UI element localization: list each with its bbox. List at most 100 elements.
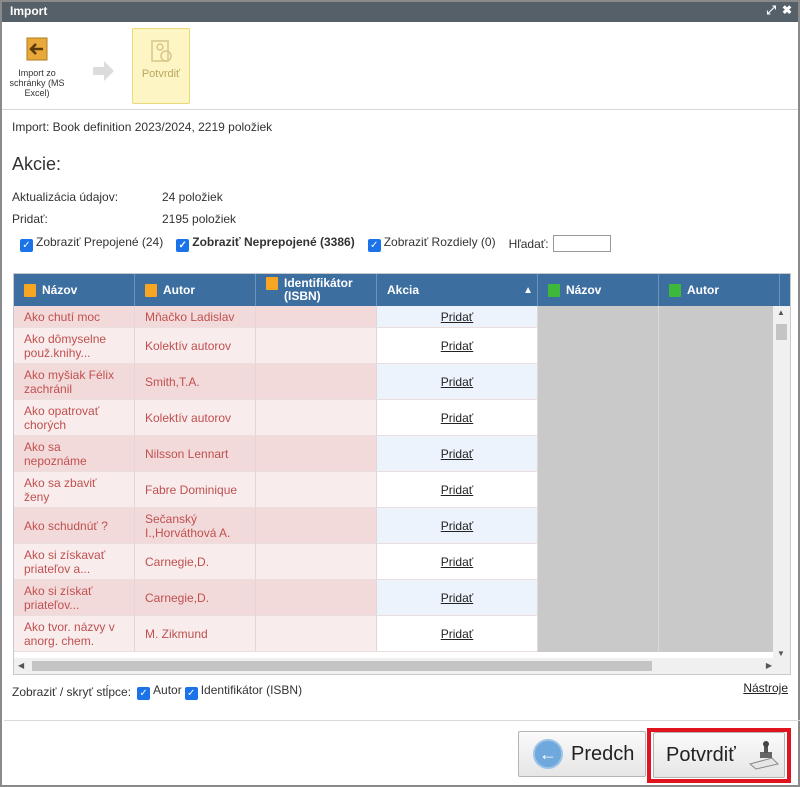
cell-target-title bbox=[538, 306, 659, 328]
add-action-link[interactable]: Pridať bbox=[377, 328, 538, 364]
stamp-icon bbox=[748, 741, 779, 770]
grid-header: Názov Autor Identifikátor (ISBN) Akcia ▲ … bbox=[14, 274, 790, 306]
cell-isbn bbox=[256, 436, 377, 472]
sort-asc-icon: ▲ bbox=[523, 284, 533, 296]
cell-author: Carnegie,D. bbox=[135, 544, 256, 580]
col-header-target-author[interactable]: Autor bbox=[659, 274, 780, 306]
cell-target-author bbox=[659, 472, 774, 508]
cell-target-title bbox=[538, 364, 659, 400]
add-action-link[interactable]: Pridať bbox=[377, 306, 538, 328]
search-input[interactable] bbox=[552, 235, 611, 252]
add-action-link[interactable]: Pridať bbox=[377, 400, 538, 436]
cell-author: Nilsson Lennart bbox=[135, 436, 256, 472]
scroll-up-icon[interactable]: ▲ bbox=[777, 308, 785, 317]
checkbox-checked-icon[interactable]: ✓ bbox=[184, 687, 198, 700]
close-icon[interactable]: ✖ bbox=[782, 3, 792, 17]
table-row[interactable]: Ako sa zbaviť ženy Fabre Dominique Pridať bbox=[14, 472, 774, 508]
back-arrow-icon: ← bbox=[533, 739, 563, 769]
table-row[interactable]: Ako dômyselne použ.knihy... Kolektív auto… bbox=[14, 328, 774, 364]
cell-title: Ako si získať priateľov... bbox=[14, 580, 135, 616]
horizontal-scrollbar[interactable]: ◀ ▶ bbox=[14, 658, 790, 674]
scroll-left-icon[interactable]: ◀ bbox=[18, 661, 24, 670]
scroll-right-icon[interactable]: ▶ bbox=[766, 661, 772, 670]
summary-value: 24 položiek bbox=[162, 190, 223, 204]
confirm-toolbar-button[interactable]: Potvrdiť bbox=[132, 28, 190, 104]
cell-target-author bbox=[659, 364, 774, 400]
cell-title: Ako myšiak Félix zachránil bbox=[14, 364, 135, 400]
cell-isbn bbox=[256, 580, 377, 616]
filter-linked[interactable]: ✓ Zobraziť Prepojené (24) bbox=[20, 235, 163, 252]
scroll-thumb[interactable] bbox=[776, 324, 787, 340]
prev-button-label: Predch bbox=[571, 742, 635, 765]
add-action-link[interactable]: Pridať bbox=[377, 436, 538, 472]
add-action-link[interactable]: Pridať bbox=[377, 364, 538, 400]
toggle-isbn[interactable]: ✓ Identifikátor (ISBN) bbox=[184, 683, 302, 700]
summary-update: Aktualizácia údajov: 24 položiek bbox=[12, 190, 223, 204]
table-row[interactable]: Ako myšiak Félix zachránil Smith,T.A. Prid… bbox=[14, 364, 774, 400]
add-action-link[interactable]: Pridať bbox=[377, 580, 538, 616]
col-header-isbn[interactable]: Identifikátor (ISBN) bbox=[256, 274, 377, 306]
import-source-icon bbox=[145, 283, 157, 297]
header-label: Autor bbox=[163, 282, 195, 297]
table-row[interactable]: Ako si získavať priateľov a... Carnegie,D… bbox=[14, 544, 774, 580]
import-info: Import: Book definition 2023/2024, 2219 … bbox=[12, 120, 273, 134]
cell-author: Mňačko Ladislav bbox=[135, 306, 256, 328]
cell-target-title bbox=[538, 616, 659, 652]
checkbox-checked-icon[interactable]: ✓ bbox=[20, 239, 33, 252]
toggle-author[interactable]: ✓ Autor bbox=[137, 683, 182, 700]
filter-unlinked[interactable]: ✓ Zobraziť Neprepojené (3386) bbox=[176, 235, 355, 252]
stamp-icon bbox=[151, 40, 172, 62]
add-action-link[interactable]: Pridať bbox=[377, 472, 538, 508]
cell-isbn bbox=[256, 472, 377, 508]
cell-target-title bbox=[538, 328, 659, 364]
cell-target-author bbox=[659, 508, 774, 544]
table-row[interactable]: Ako schudnúť ? Sečanský I.,Horváthová A. P… bbox=[14, 508, 774, 544]
cell-target-author bbox=[659, 306, 774, 328]
col-header-target-title[interactable]: Názov bbox=[538, 274, 659, 306]
summary-label: Aktualizácia údajov: bbox=[12, 190, 119, 204]
header-label: Akcia bbox=[387, 282, 420, 297]
confirm-button[interactable]: Potvrdiť bbox=[653, 732, 785, 778]
cell-target-title bbox=[538, 472, 659, 508]
checkbox-checked-icon[interactable]: ✓ bbox=[176, 239, 190, 252]
col-header-action[interactable]: Akcia ▲ bbox=[377, 274, 538, 306]
add-action-link[interactable]: Pridať bbox=[377, 508, 538, 544]
cell-title: Ako chutí moc bbox=[14, 306, 135, 328]
cell-target-author bbox=[659, 544, 774, 580]
checkbox-checked-icon[interactable]: ✓ bbox=[137, 687, 151, 700]
table-row[interactable]: Ako si získať priateľov... Carnegie,D. Pri… bbox=[14, 580, 774, 616]
import-source-icon bbox=[266, 277, 278, 290]
prev-button[interactable]: ← Predch bbox=[518, 731, 646, 777]
footer-divider bbox=[4, 720, 800, 721]
checkbox-checked-icon[interactable]: ✓ bbox=[367, 239, 381, 252]
header-label: Názov bbox=[566, 282, 602, 297]
vertical-scrollbar[interactable]: ▲ ▼ bbox=[773, 306, 790, 660]
col-header-author[interactable]: Autor bbox=[135, 274, 256, 306]
columns-toggle: Zobraziť / skryť stĺpce: ✓ Autor ✓ Identif… bbox=[12, 683, 302, 700]
cell-title: Ako opatrovať chorých bbox=[14, 400, 135, 436]
cell-author: Kolektív autorov bbox=[135, 400, 256, 436]
tools-link[interactable]: Nástroje bbox=[743, 681, 788, 695]
search-label: Hľadať: bbox=[508, 236, 549, 251]
import-clipboard-button[interactable]: Import zo schránky (MS Excel) bbox=[8, 30, 66, 104]
add-action-link[interactable]: Pridať bbox=[377, 544, 538, 580]
table-row[interactable]: Ako tvor. názvy v anorg. chem. M. Zikmund… bbox=[14, 616, 774, 652]
table-row[interactable]: Ako opatrovať chorých Kolektív autorov Pri… bbox=[14, 400, 774, 436]
scroll-thumb[interactable] bbox=[32, 661, 652, 671]
table-row[interactable]: Ako chutí moc Mňačko Ladislav Pridať bbox=[14, 306, 774, 328]
cell-target-author bbox=[659, 436, 774, 472]
import-source-icon bbox=[24, 283, 36, 297]
toggle-author-label: Autor bbox=[153, 683, 182, 697]
col-header-title[interactable]: Názov bbox=[14, 274, 135, 306]
cell-author: Fabre Dominique bbox=[135, 472, 256, 508]
cell-isbn bbox=[256, 400, 377, 436]
cell-author: Carnegie,D. bbox=[135, 580, 256, 616]
cell-title: Ako dômyselne použ.knihy... bbox=[14, 328, 135, 364]
cell-author: Smith,T.A. bbox=[135, 364, 256, 400]
add-action-link[interactable]: Pridať bbox=[377, 616, 538, 652]
filter-diffs[interactable]: ✓ Zobraziť Rozdiely (0) bbox=[367, 235, 496, 252]
scroll-down-icon[interactable]: ▼ bbox=[777, 649, 785, 658]
table-row[interactable]: Ako sa nepoznáme Nilsson Lennart Pridať bbox=[14, 436, 774, 472]
toolbar: Import zo schránky (MS Excel) Potvrdiť bbox=[2, 22, 798, 110]
maximize-icon[interactable]: ⤢ bbox=[766, 3, 776, 18]
